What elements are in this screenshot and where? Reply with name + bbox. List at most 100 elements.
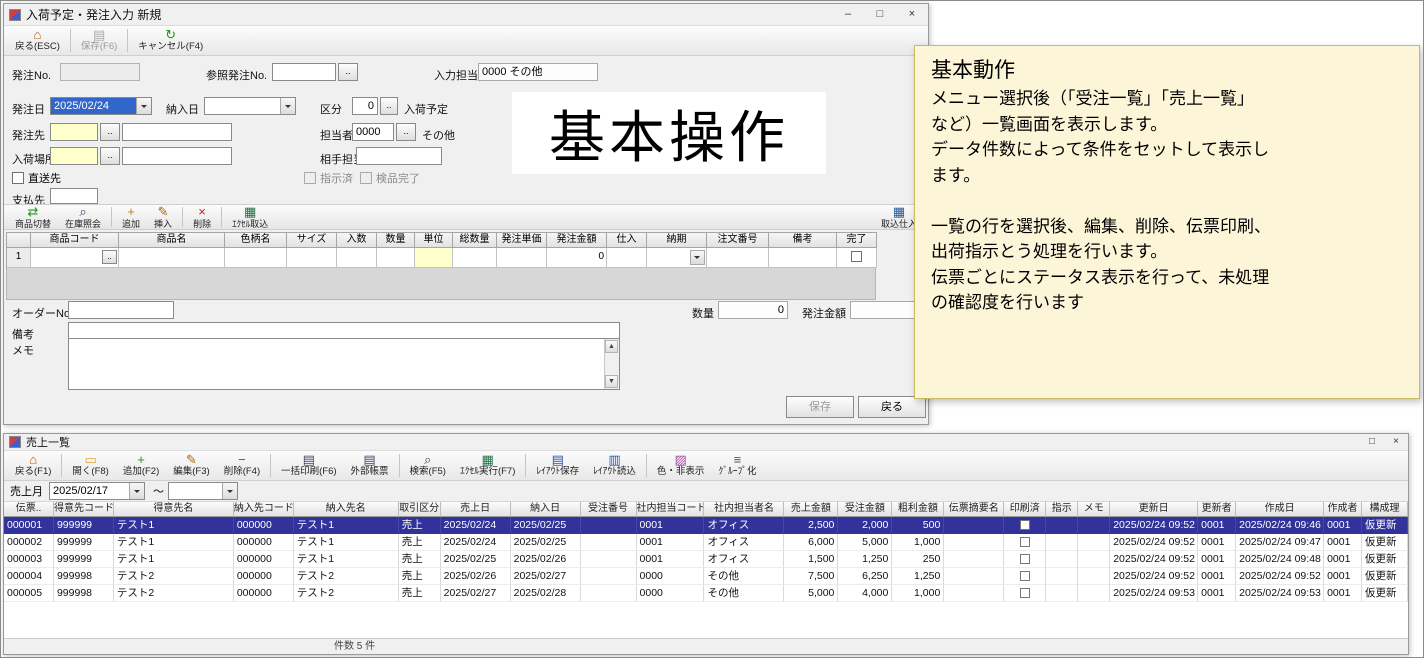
sales-cell[interactable]: 2025/02/28 <box>511 585 581 602</box>
printed-checkbox[interactable] <box>1020 537 1030 547</box>
sales-column-header[interactable]: 伝票摘要名 <box>944 502 1004 517</box>
sales-cell[interactable]: テスト2 <box>114 585 234 602</box>
scrollbar[interactable]: ▲ ▼ <box>604 339 619 389</box>
save-button[interactable]: ▤保存(F6) <box>74 27 124 55</box>
detail-cell[interactable] <box>119 248 225 268</box>
category-input[interactable]: 0 <box>352 97 378 115</box>
excel-run-button[interactable]: ▦ｴｸｾﾙ実行(F7) <box>453 452 522 480</box>
sales-column-header[interactable]: 得意先コード <box>54 502 114 517</box>
sales-cell[interactable]: 0000 <box>637 585 705 602</box>
sales-cell[interactable] <box>1078 551 1110 568</box>
detail-cell[interactable] <box>377 248 415 268</box>
sales-cell[interactable]: 000000 <box>234 585 294 602</box>
sales-cell[interactable] <box>1046 585 1078 602</box>
sales-column-header[interactable]: 得意先名 <box>114 502 234 517</box>
sales-cell[interactable] <box>1078 568 1110 585</box>
sales-column-header[interactable]: 指示 <box>1046 502 1078 517</box>
order-date-combo[interactable]: 2025/02/24 <box>50 97 152 115</box>
sales-cell[interactable]: オフィス <box>704 534 784 551</box>
sales-cell[interactable]: オフィス <box>704 551 784 568</box>
detail-cell[interactable] <box>607 248 647 268</box>
sales-cell[interactable]: テスト1 <box>294 551 399 568</box>
sales-cell[interactable]: 2025/02/24 09:53 <box>1110 585 1198 602</box>
sales-cell[interactable]: オフィス <box>704 517 784 534</box>
sales-cell[interactable]: 2025/02/24 <box>441 517 511 534</box>
sales-month-from-combo[interactable]: 2025/02/17 <box>49 482 145 500</box>
sales-cell[interactable]: 2025/02/25 <box>511 517 581 534</box>
sales-cell[interactable] <box>1046 517 1078 534</box>
sales-column-header[interactable]: 納入日 <box>511 502 581 517</box>
sales-column-header[interactable]: 売上日 <box>441 502 511 517</box>
sales-cell[interactable]: 5,000 <box>838 534 892 551</box>
detail-cell[interactable] <box>453 248 497 268</box>
direct-delivery-checkbox[interactable]: 直送先 <box>12 170 61 186</box>
ref-order-no-input[interactable] <box>272 63 336 81</box>
sales-column-header[interactable]: 社内担当コード <box>637 502 705 517</box>
minimize-button[interactable]: – <box>832 4 864 25</box>
detail-grid-row[interactable]: 1..0 <box>6 248 877 268</box>
sales-cell[interactable]: 2025/02/24 09:48 <box>1236 551 1324 568</box>
order-window-titlebar[interactable]: 入荷予定・発注入力 新規 – □ × <box>4 4 928 26</box>
sales-cell[interactable] <box>581 585 637 602</box>
sales-cell[interactable]: 仮更新 <box>1362 517 1408 534</box>
sales-row[interactable]: 000002999999テスト1000000テスト1売上2025/02/2420… <box>4 534 1408 551</box>
sales-cell[interactable]: 売上 <box>399 534 441 551</box>
layout-load-button[interactable]: ▥ﾚｲｱｳﾄ読込 <box>586 452 643 480</box>
sales-column-header[interactable]: 構成理 <box>1362 502 1408 517</box>
sales-cell[interactable]: 000005 <box>4 585 54 602</box>
save-button[interactable]: 保存 <box>786 396 854 418</box>
sales-cell[interactable] <box>581 568 637 585</box>
sales-cell[interactable]: 0001 <box>1324 517 1362 534</box>
external-report-button[interactable]: ▤外部帳票 <box>344 452 396 480</box>
sales-cell[interactable]: テスト2 <box>294 585 399 602</box>
sales-cell[interactable]: テスト1 <box>294 534 399 551</box>
sales-cell[interactable] <box>1046 568 1078 585</box>
sales-cell[interactable] <box>1078 534 1110 551</box>
sales-cell[interactable]: 000000 <box>234 534 294 551</box>
sales-cell[interactable]: 4,000 <box>838 585 892 602</box>
group-button[interactable]: ≡ｸﾞﾙｰﾌﾟ化 <box>711 452 763 480</box>
sales-cell[interactable] <box>1004 551 1046 568</box>
sales-cell[interactable]: 2025/02/26 <box>441 568 511 585</box>
sales-cell[interactable]: 999998 <box>54 585 114 602</box>
sales-cell[interactable]: 0001 <box>1324 568 1362 585</box>
printed-checkbox[interactable] <box>1020 520 1030 530</box>
sales-column-header[interactable]: 売上金額 <box>784 502 838 517</box>
back-button[interactable]: 戻る <box>858 396 926 418</box>
sales-row[interactable]: 000004999998テスト2000000テスト2売上2025/02/2620… <box>4 568 1408 585</box>
supplier-lookup-button[interactable]: .. <box>100 123 120 141</box>
sales-cell[interactable]: 250 <box>892 551 944 568</box>
sales-window-titlebar[interactable]: 売上一覧 □ × <box>4 434 1408 451</box>
sales-column-header[interactable]: 取引区分 <box>399 502 441 517</box>
sales-cell[interactable]: 0001 <box>1198 585 1236 602</box>
sales-column-header[interactable]: 受注番号 <box>581 502 637 517</box>
back-button[interactable]: ⌂戻る(F1) <box>8 452 58 480</box>
sales-cell[interactable] <box>944 568 1004 585</box>
scroll-up-icon[interactable]: ▲ <box>605 340 618 353</box>
sales-cell[interactable]: 000000 <box>234 551 294 568</box>
layout-save-button[interactable]: ▤ﾚｲｱｳﾄ保存 <box>529 452 586 480</box>
maximize-button[interactable]: □ <box>864 4 896 25</box>
sales-cell[interactable]: 000003 <box>4 551 54 568</box>
sales-cell[interactable]: 仮更新 <box>1362 585 1408 602</box>
sales-cell[interactable]: 2025/02/24 09:52 <box>1110 534 1198 551</box>
chevron-down-icon[interactable] <box>222 483 237 499</box>
supplier-name-input[interactable] <box>122 123 232 141</box>
sales-cell[interactable] <box>1046 534 1078 551</box>
sales-cell[interactable]: 1,000 <box>892 534 944 551</box>
payee-input[interactable] <box>50 188 98 204</box>
sales-cell[interactable]: 2025/02/24 09:47 <box>1236 534 1324 551</box>
sales-cell[interactable]: 2025/02/25 <box>511 534 581 551</box>
sales-column-header[interactable]: 印刷済 <box>1004 502 1046 517</box>
sales-cell[interactable]: 売上 <box>399 568 441 585</box>
detail-cell[interactable] <box>225 248 287 268</box>
sales-cell[interactable]: 2025/02/27 <box>511 568 581 585</box>
chevron-down-icon[interactable] <box>136 98 151 114</box>
sales-cell[interactable] <box>1004 585 1046 602</box>
sales-cell[interactable] <box>944 551 1004 568</box>
sales-column-header[interactable]: 作成者 <box>1324 502 1362 517</box>
sales-cell[interactable]: 999999 <box>54 517 114 534</box>
sales-column-header[interactable]: 伝票.. <box>4 502 54 517</box>
supplier-code-input[interactable] <box>50 123 98 141</box>
sales-cell[interactable]: 2025/02/24 <box>441 534 511 551</box>
